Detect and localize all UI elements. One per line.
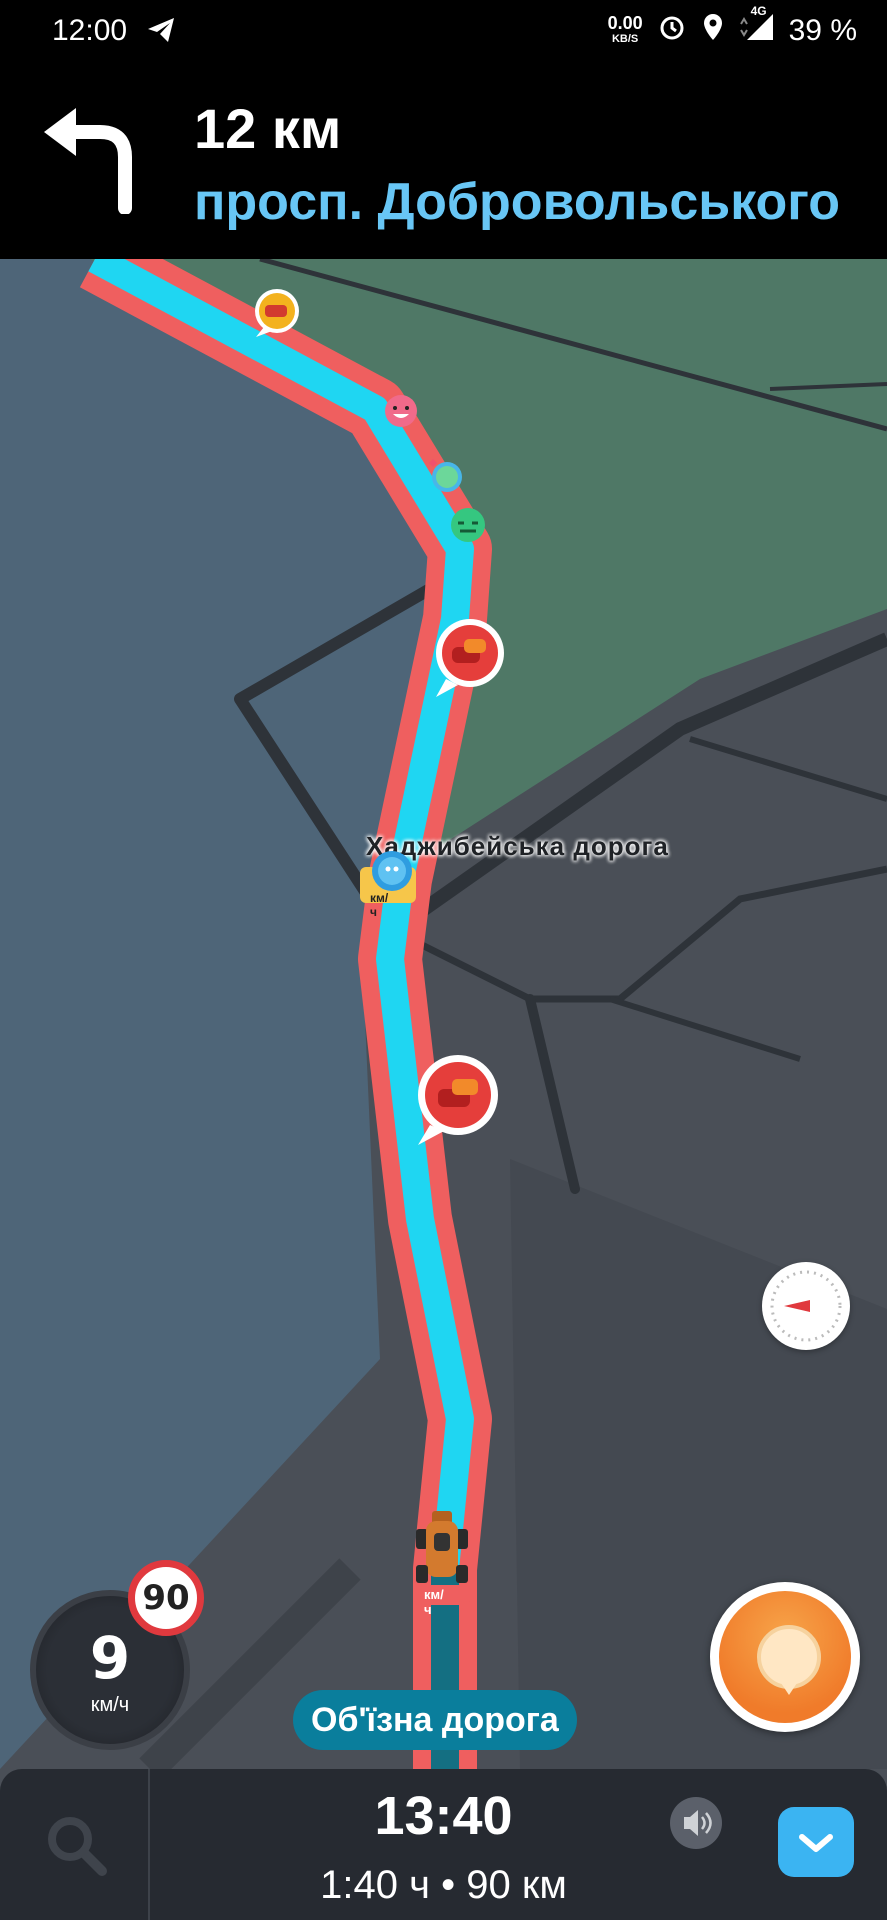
trip-distance: 90 км: [466, 1863, 567, 1907]
compass-icon: [770, 1270, 842, 1342]
turn-left-icon: [40, 102, 140, 219]
turn-distance: 12 км: [194, 97, 342, 160]
expand-button[interactable]: [778, 1807, 854, 1877]
battery-level: 39 %: [788, 14, 857, 47]
car-speed-unit: км/ч: [424, 1587, 444, 1617]
report-bubble-icon: [757, 1625, 821, 1689]
speed-limit-sign: 90: [128, 1560, 204, 1636]
speaker-icon: [684, 1810, 712, 1836]
speed-limit-value: 90: [142, 1578, 190, 1618]
trip-separator: •: [441, 1863, 456, 1907]
alarm-icon: [657, 12, 687, 50]
telegram-icon: [146, 16, 176, 49]
status-time: 12:00: [52, 14, 128, 47]
turn-street-name: просп. Добровольського: [194, 173, 841, 231]
map-view[interactable]: Хаджибейська дорога км/ч км/ч: [0, 259, 887, 1769]
trip-duration: 1:40 ч: [320, 1863, 430, 1907]
network-speed: 0.00 KB/S: [607, 13, 643, 45]
turn-instruction-panel[interactable]: 12 км просп. Добровольського: [0, 62, 887, 259]
trip-summary[interactable]: 1:40 ч • 90 км: [150, 1863, 737, 1908]
location-icon: [701, 12, 725, 50]
signal-icon: 4G: [739, 4, 775, 50]
compass-button[interactable]: [762, 1262, 850, 1350]
search-icon[interactable]: [40, 1809, 110, 1884]
speed-unit: км/ч: [90, 1694, 130, 1716]
chevron-down-icon: [799, 1834, 833, 1852]
speed-unit-marker: км/ч: [370, 891, 389, 919]
status-bar: 12:00 0.00 KB/S 4G 39 %: [0, 0, 887, 62]
current-street-label: Об'їзна дорога: [293, 1690, 577, 1750]
report-button[interactable]: [710, 1582, 860, 1732]
sound-button[interactable]: [670, 1797, 722, 1849]
arrival-time[interactable]: 13:40: [150, 1785, 737, 1847]
bottom-bar: 13:40 1:40 ч • 90 км: [0, 1769, 887, 1920]
network-type: 4G: [750, 4, 767, 18]
